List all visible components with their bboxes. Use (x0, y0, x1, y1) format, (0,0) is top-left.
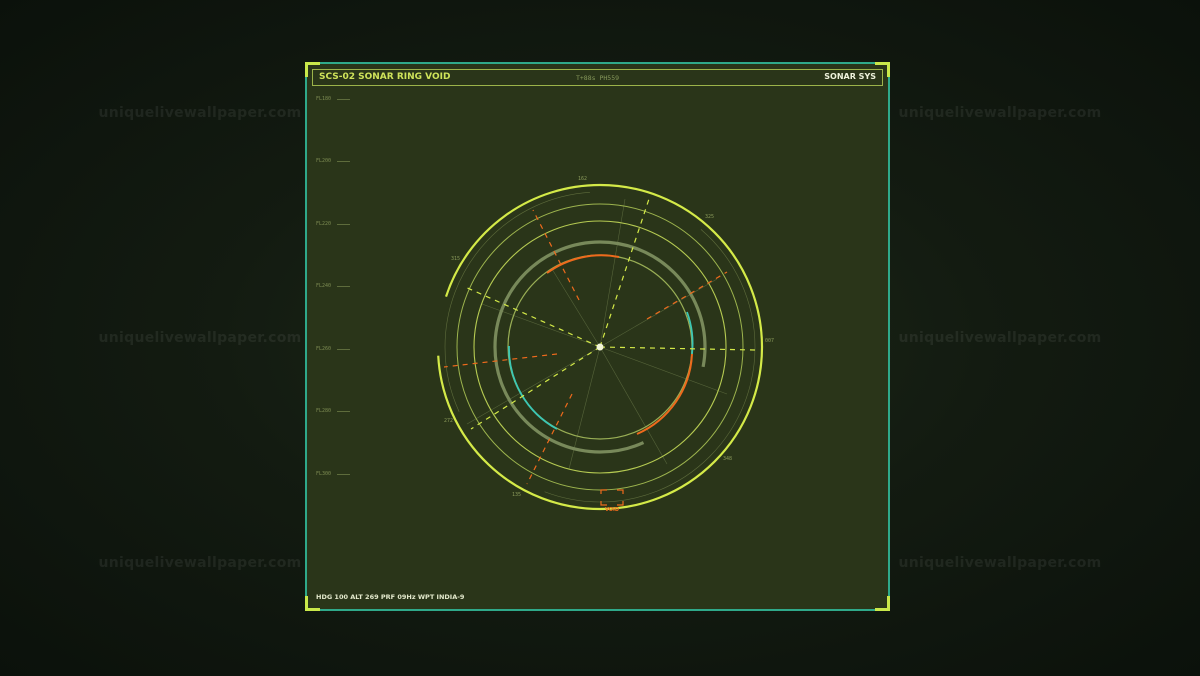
watermark: uniquelivewallpaper.com (98, 105, 302, 121)
bearing-label-upper-left: 315 (451, 256, 460, 262)
center-dot (596, 343, 604, 351)
bearing-label-top: 162 (578, 176, 587, 182)
bearing-label-right: 007 (765, 338, 774, 344)
void-marker-brackets (600, 489, 624, 506)
orange-arc-top (546, 254, 620, 274)
void-label: VOID (605, 507, 619, 513)
status-bar: HDG 100 ALT 269 PRF 09Hz WPT INDIA-9 (316, 593, 465, 601)
watermark: uniquelivewallpaper.com (898, 330, 1102, 346)
orange-arc-right (636, 353, 693, 435)
sonar-panel: SCS-02 SONAR RING VOID T+88s PH559 SONAR… (305, 62, 890, 611)
bearing-lines-orange (443, 209, 728, 485)
bearing-label-lower-left-bottom: 135 (512, 492, 521, 498)
watermark: uniquelivewallpaper.com (98, 330, 302, 346)
bearing-label-upper-right: 325 (705, 214, 714, 220)
bearing-label-lower-right: 348 (723, 456, 732, 462)
bearing-label-lower-left: 272 (444, 418, 453, 424)
watermark: uniquelivewallpaper.com (98, 555, 302, 571)
sonar-display: 162 325 007 348 135 272 315 VOID (436, 176, 774, 513)
watermark: uniquelivewallpaper.com (898, 105, 1102, 121)
watermark: uniquelivewallpaper.com (898, 555, 1102, 571)
